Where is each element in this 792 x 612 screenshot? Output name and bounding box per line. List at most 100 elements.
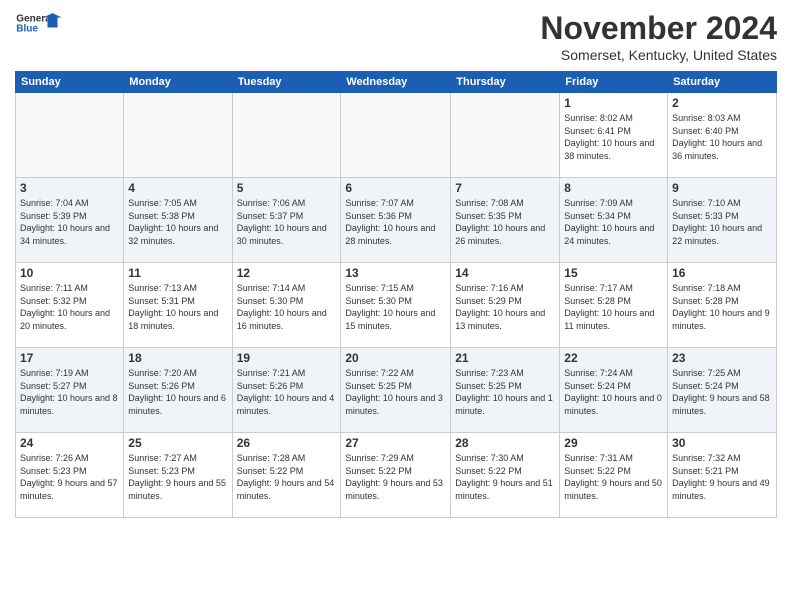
day-info: Sunrise: 7:20 AM Sunset: 5:26 PM Dayligh… [128,367,227,417]
day-number: 3 [20,181,119,195]
day-info: Sunrise: 8:02 AM Sunset: 6:41 PM Dayligh… [564,112,663,162]
day-number: 19 [237,351,337,365]
day-number: 8 [564,181,663,195]
day-info: Sunrise: 7:30 AM Sunset: 5:22 PM Dayligh… [455,452,555,502]
calendar-cell: 15 Sunrise: 7:17 AM Sunset: 5:28 PM Dayli… [560,263,668,348]
weekday-header: Thursday [451,72,560,93]
calendar-week-row: 24Sunrise: 7:26 AM Sunset: 5:23 PM Dayli… [16,433,777,518]
day-number: 27 [345,436,446,450]
subtitle: Somerset, Kentucky, United States [540,47,777,63]
day-number: 4 [128,181,227,195]
calendar-cell: 12 Sunrise: 7:14 AM Sunset: 5:30 PM Dayli… [232,263,341,348]
day-number: 9 [672,181,772,195]
day-info: Sunrise: 7:32 AM Sunset: 5:21 PM Dayligh… [672,452,772,502]
calendar-week-row: 3Sunrise: 7:04 AM Sunset: 5:39 PM Daylig… [16,178,777,263]
day-number: 7 [455,181,555,195]
calendar-cell [124,93,232,178]
day-info: Sunrise: 7:07 AM Sunset: 5:36 PM Dayligh… [345,197,446,247]
calendar-cell: 17 Sunrise: 7:19 AM Sunset: 5:27 PM Dayli… [16,348,124,433]
day-info: Sunrise: 7:19 AM Sunset: 5:27 PM Dayligh… [20,367,119,417]
day-number: 16 [672,266,772,280]
calendar-cell: 8 Sunrise: 7:09 AM Sunset: 5:34 PM Daylig… [560,178,668,263]
calendar: SundayMondayTuesdayWednesdayThursdayFrid… [15,71,777,518]
day-number: 1 [564,96,663,110]
day-number: 2 [672,96,772,110]
day-number: 24 [20,436,119,450]
day-number: 10 [20,266,119,280]
calendar-cell [341,93,451,178]
calendar-cell: 16 Sunrise: 7:18 AM Sunset: 5:28 PM Dayli… [668,263,777,348]
day-number: 12 [237,266,337,280]
day-number: 22 [564,351,663,365]
header: General Blue November 2024 Somerset, Ken… [15,10,777,63]
day-info: Sunrise: 7:11 AM Sunset: 5:32 PM Dayligh… [20,282,119,332]
svg-text:Blue: Blue [16,23,38,34]
day-info: Sunrise: 7:27 AM Sunset: 5:23 PM Dayligh… [128,452,227,502]
day-info: Sunrise: 7:10 AM Sunset: 5:33 PM Dayligh… [672,197,772,247]
calendar-cell [451,93,560,178]
calendar-cell: 22 Sunrise: 7:24 AM Sunset: 5:24 PM Dayli… [560,348,668,433]
weekday-header: Tuesday [232,72,341,93]
day-number: 29 [564,436,663,450]
day-number: 6 [345,181,446,195]
day-info: Sunrise: 7:15 AM Sunset: 5:30 PM Dayligh… [345,282,446,332]
day-info: Sunrise: 7:22 AM Sunset: 5:25 PM Dayligh… [345,367,446,417]
day-number: 28 [455,436,555,450]
calendar-cell: 9 Sunrise: 7:10 AM Sunset: 5:33 PM Daylig… [668,178,777,263]
calendar-cell: 3Sunrise: 7:04 AM Sunset: 5:39 PM Daylig… [16,178,124,263]
day-info: Sunrise: 7:05 AM Sunset: 5:38 PM Dayligh… [128,197,227,247]
calendar-week-row: 17 Sunrise: 7:19 AM Sunset: 5:27 PM Dayli… [16,348,777,433]
day-info: Sunrise: 7:29 AM Sunset: 5:22 PM Dayligh… [345,452,446,502]
day-info: Sunrise: 7:18 AM Sunset: 5:28 PM Dayligh… [672,282,772,332]
day-info: Sunrise: 7:24 AM Sunset: 5:24 PM Dayligh… [564,367,663,417]
main-title: November 2024 [540,10,777,47]
calendar-cell: 10 Sunrise: 7:11 AM Sunset: 5:32 PM Dayli… [16,263,124,348]
weekday-header: Friday [560,72,668,93]
day-number: 14 [455,266,555,280]
calendar-cell: 4 Sunrise: 7:05 AM Sunset: 5:38 PM Daylig… [124,178,232,263]
day-info: Sunrise: 7:21 AM Sunset: 5:26 PM Dayligh… [237,367,337,417]
calendar-cell: 13Sunrise: 7:15 AM Sunset: 5:30 PM Dayli… [341,263,451,348]
day-info: Sunrise: 7:31 AM Sunset: 5:22 PM Dayligh… [564,452,663,502]
calendar-cell: 14Sunrise: 7:16 AM Sunset: 5:29 PM Dayli… [451,263,560,348]
calendar-cell: 5Sunrise: 7:06 AM Sunset: 5:37 PM Daylig… [232,178,341,263]
day-number: 30 [672,436,772,450]
calendar-cell: 20 Sunrise: 7:22 AM Sunset: 5:25 PM Dayli… [341,348,451,433]
calendar-header-row: SundayMondayTuesdayWednesdayThursdayFrid… [16,72,777,93]
day-number: 15 [564,266,663,280]
weekday-header: Saturday [668,72,777,93]
day-number: 17 [20,351,119,365]
day-info: Sunrise: 7:14 AM Sunset: 5:30 PM Dayligh… [237,282,337,332]
calendar-cell: 28 Sunrise: 7:30 AM Sunset: 5:22 PM Dayli… [451,433,560,518]
calendar-cell: 7 Sunrise: 7:08 AM Sunset: 5:35 PM Daylig… [451,178,560,263]
day-number: 18 [128,351,227,365]
calendar-cell: 24Sunrise: 7:26 AM Sunset: 5:23 PM Dayli… [16,433,124,518]
day-number: 20 [345,351,446,365]
calendar-cell [232,93,341,178]
day-number: 5 [237,181,337,195]
calendar-week-row: 1 Sunrise: 8:02 AM Sunset: 6:41 PM Daylig… [16,93,777,178]
day-info: Sunrise: 7:17 AM Sunset: 5:28 PM Dayligh… [564,282,663,332]
weekday-header: Sunday [16,72,124,93]
logo: General Blue [15,10,65,35]
day-info: Sunrise: 8:03 AM Sunset: 6:40 PM Dayligh… [672,112,772,162]
calendar-cell: 26 Sunrise: 7:28 AM Sunset: 5:22 PM Dayli… [232,433,341,518]
logo-icon: General Blue [15,10,65,35]
calendar-cell: 27 Sunrise: 7:29 AM Sunset: 5:22 PM Dayli… [341,433,451,518]
day-number: 11 [128,266,227,280]
weekday-header: Monday [124,72,232,93]
page: General Blue November 2024 Somerset, Ken… [0,0,792,612]
calendar-cell [16,93,124,178]
weekday-header: Wednesday [341,72,451,93]
calendar-week-row: 10 Sunrise: 7:11 AM Sunset: 5:32 PM Dayli… [16,263,777,348]
day-info: Sunrise: 7:09 AM Sunset: 5:34 PM Dayligh… [564,197,663,247]
calendar-cell: 25Sunrise: 7:27 AM Sunset: 5:23 PM Dayli… [124,433,232,518]
day-number: 26 [237,436,337,450]
day-info: Sunrise: 7:28 AM Sunset: 5:22 PM Dayligh… [237,452,337,502]
calendar-cell: 19 Sunrise: 7:21 AM Sunset: 5:26 PM Dayli… [232,348,341,433]
calendar-cell: 1 Sunrise: 8:02 AM Sunset: 6:41 PM Daylig… [560,93,668,178]
day-number: 23 [672,351,772,365]
day-info: Sunrise: 7:13 AM Sunset: 5:31 PM Dayligh… [128,282,227,332]
calendar-cell: 18 Sunrise: 7:20 AM Sunset: 5:26 PM Dayli… [124,348,232,433]
day-info: Sunrise: 7:08 AM Sunset: 5:35 PM Dayligh… [455,197,555,247]
